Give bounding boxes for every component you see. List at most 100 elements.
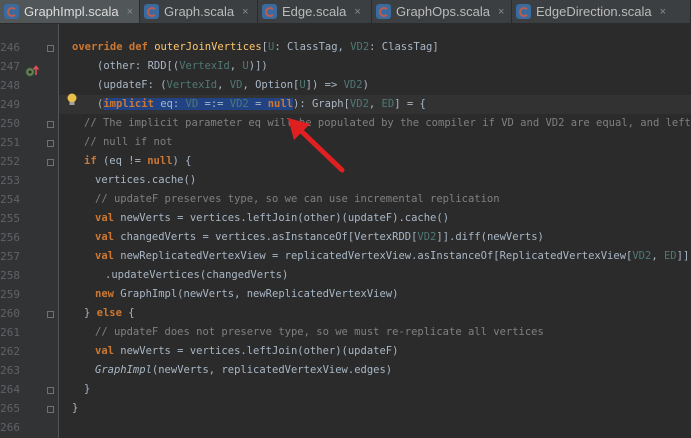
code-comment: // null if not: [84, 136, 173, 148]
line-number: 264: [0, 383, 20, 396]
code-token: ): Graph[: [293, 98, 350, 110]
scala-file-icon: [4, 4, 19, 19]
code-token: (other: RDD[(: [97, 60, 180, 72]
code-line: val newVerts = vertices.leftJoin(other)(…: [95, 342, 691, 361]
code-token: ) {: [172, 155, 192, 167]
annotation-arrow-icon: [288, 118, 345, 173]
fold-marker-icon[interactable]: [47, 140, 54, 147]
code-line: new GraphImpl(newVerts, newReplicatedVer…: [95, 285, 691, 304]
code-token: changedVerts = vertices.asInstanceOf[Ver…: [113, 231, 418, 243]
fold-marker-icon[interactable]: [47, 121, 54, 128]
close-icon[interactable]: ×: [354, 6, 360, 18]
line-number: 256: [0, 231, 20, 244]
scala-file-icon: [376, 4, 391, 19]
tab-edgedirection[interactable]: EdgeDirection.scala ×: [512, 0, 691, 23]
close-icon[interactable]: ×: [127, 6, 133, 18]
fold-marker-icon[interactable]: [47, 387, 54, 394]
selected-text[interactable]: implicit eq: VD =:= VD2 = null: [103, 98, 294, 110]
code-token: newVerts = vertices.leftJoin(other)(upda…: [113, 345, 399, 357]
code-token: , Option[: [242, 79, 300, 91]
line-number: 265: [0, 402, 20, 415]
close-icon[interactable]: ×: [242, 6, 248, 18]
code-token: VD2: [349, 98, 369, 110]
line-number: 249: [0, 98, 20, 111]
line-number: 253: [0, 174, 20, 187]
code-editor[interactable]: override def outerJoinVertices[U: ClassT…: [59, 24, 691, 438]
code-token: ]]: [676, 250, 690, 262]
code-token: =: [248, 98, 268, 110]
line-number-gutter[interactable]: 246 247 248 249 250 251 252 253 254 255 …: [0, 24, 59, 438]
tab-label: Graph.scala: [164, 4, 235, 19]
code-token: VertexId: [179, 60, 230, 72]
code-token: ): [362, 79, 369, 91]
code-line-current: (implicit eq: VD =:= VD2 = null): Graph[…: [59, 95, 691, 114]
fold-marker-icon[interactable]: [47, 311, 54, 318]
code-token: ] = {: [394, 98, 426, 110]
code-line: val changedVerts = vertices.asInstanceOf…: [95, 228, 691, 247]
close-icon[interactable]: ×: [498, 6, 504, 18]
line-number: 258: [0, 269, 20, 282]
line-number: 255: [0, 212, 20, 225]
code-token: =:=: [198, 98, 230, 110]
code-line: .updateVertices(changedVerts): [105, 269, 289, 281]
tab-label: Edge.scala: [282, 4, 347, 19]
code-token: ED: [381, 98, 395, 110]
line-number: 247: [0, 60, 20, 73]
code-token: val: [95, 345, 114, 357]
code-line: (other: RDD[(VertexId, U)]): [97, 57, 691, 76]
scala-file-icon: [144, 4, 159, 19]
line-number: 246: [0, 41, 20, 54]
scala-file-icon: [516, 4, 531, 19]
code-line: }: [72, 402, 79, 414]
tab-graph[interactable]: Graph.scala ×: [140, 0, 258, 23]
code-token: VD2: [632, 250, 652, 262]
intention-bulb-icon[interactable]: [66, 93, 78, 107]
code-token: ED: [663, 250, 677, 262]
tab-graphimpl[interactable]: GraphImpl.scala ×: [0, 0, 140, 23]
code-token: GraphImpl: [95, 364, 152, 376]
code-line: (updateF: (VertexId, VD, Option[U]) => V…: [97, 76, 691, 95]
line-number: 266: [0, 421, 20, 434]
code-line: }: [84, 383, 91, 395]
fold-marker-icon[interactable]: [47, 45, 54, 52]
code-comment: // The implicit parameter eq will be pop…: [84, 117, 691, 129]
line-number: 263: [0, 364, 20, 377]
code-token: outerJoinVertices: [154, 41, 262, 53]
code-token: null: [267, 98, 294, 110]
code-comment: // updateF preserves type, so we can use…: [95, 193, 500, 205]
code-line: } else {: [84, 304, 691, 323]
code-token: val: [95, 212, 114, 224]
code-token: VD2: [343, 79, 363, 91]
code-token: val: [95, 231, 114, 243]
code-token: newReplicatedVertexView = replicatedVert…: [113, 250, 633, 262]
line-number: 254: [0, 193, 20, 206]
code-token: ]].diff(newVerts): [436, 231, 544, 243]
code-token: VertexId: [166, 79, 218, 91]
line-number: 262: [0, 345, 20, 358]
code-token: }: [84, 307, 97, 319]
fold-marker-icon[interactable]: [47, 406, 54, 413]
line-number: 260: [0, 307, 20, 320]
code-token: ,: [651, 250, 664, 262]
scala-file-icon: [262, 4, 277, 19]
code-token: implicit: [103, 98, 154, 110]
tab-label: GraphOps.scala: [396, 4, 490, 19]
tab-edge[interactable]: Edge.scala ×: [258, 0, 372, 23]
code-token: ]) =>: [305, 79, 344, 91]
tab-label: GraphImpl.scala: [24, 4, 119, 19]
code-token: ,: [217, 79, 230, 91]
code-token: : ClassTag]: [369, 41, 439, 53]
fold-marker-icon[interactable]: [47, 159, 54, 166]
tab-graphops[interactable]: GraphOps.scala ×: [372, 0, 512, 23]
line-number: 257: [0, 250, 20, 263]
override-method-icon[interactable]: [24, 64, 40, 78]
code-token: ,: [229, 60, 243, 72]
code-token: override: [72, 41, 123, 53]
code-token: VD2: [229, 98, 249, 110]
close-icon[interactable]: ×: [660, 6, 666, 18]
line-number: 261: [0, 326, 20, 339]
code-line: val newVerts = vertices.leftJoin(other)(…: [95, 209, 691, 228]
line-number: 251: [0, 136, 20, 149]
code-token: VD: [185, 98, 199, 110]
